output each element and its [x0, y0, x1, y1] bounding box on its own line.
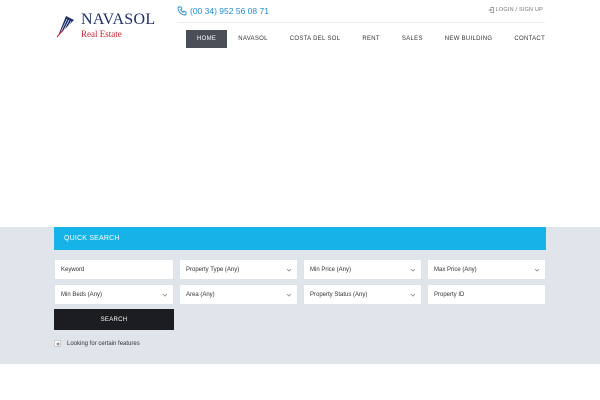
- brand-name: NAVASOL: [81, 11, 156, 28]
- property-type-select[interactable]: Property Type (Any): [179, 259, 298, 280]
- chevron-down-icon: [286, 293, 292, 297]
- site-logo[interactable]: NAVASOL Real Estate: [55, 12, 155, 39]
- quick-search-title: QUICK SEARCH: [64, 235, 120, 242]
- nav-item-new-building[interactable]: NEW BUILDING: [434, 30, 504, 48]
- nav-item-rent[interactable]: RENT: [351, 30, 391, 48]
- nav-item-contact[interactable]: CONTACT: [503, 30, 556, 48]
- chevron-down-icon: [286, 268, 292, 272]
- max-price-value: Max Price (Any): [434, 266, 477, 273]
- chevron-down-icon: [534, 268, 540, 272]
- features-label: Looking for certain features: [67, 340, 140, 347]
- max-price-select[interactable]: Max Price (Any): [427, 259, 546, 280]
- sign-in-icon: [488, 7, 494, 13]
- min-beds-value: Min Beds (Any): [61, 291, 103, 298]
- property-id-placeholder: Property ID: [434, 291, 465, 298]
- keyword-input[interactable]: Keyword: [54, 259, 174, 280]
- search-button[interactable]: SEARCH: [54, 309, 174, 330]
- header-divider: [177, 22, 545, 23]
- nav-item-costa-del-sol[interactable]: COSTA DEL SOL: [279, 30, 352, 48]
- features-toggle[interactable]: Looking for certain features: [54, 340, 140, 347]
- chevron-down-icon: [410, 268, 416, 272]
- feather-logo-icon: [56, 15, 74, 37]
- area-value: Area (Any): [186, 291, 215, 298]
- phone-contact[interactable]: (00 34) 952 56 08 71: [177, 6, 269, 16]
- min-beds-select[interactable]: Min Beds (Any): [54, 284, 174, 305]
- login-label: LOGIN / SIGN UP: [495, 7, 543, 13]
- nav-item-navasol[interactable]: NAVASOL: [227, 30, 279, 48]
- property-id-input[interactable]: Property ID: [427, 284, 546, 305]
- min-price-select[interactable]: Min Price (Any): [303, 259, 422, 280]
- property-status-select[interactable]: Property Status (Any): [303, 284, 422, 305]
- phone-number: (00 34) 952 56 08 71: [190, 6, 269, 16]
- chevron-down-icon: [410, 293, 416, 297]
- brand-subtitle: Real Estate: [81, 29, 122, 39]
- login-link[interactable]: LOGIN / SIGN UP: [488, 7, 543, 13]
- nav-item-sales[interactable]: SALES: [391, 30, 434, 48]
- min-price-value: Min Price (Any): [310, 266, 352, 273]
- keyword-placeholder: Keyword: [61, 266, 85, 273]
- property-status-value: Property Status (Any): [310, 291, 368, 298]
- area-select[interactable]: Area (Any): [179, 284, 298, 305]
- phone-icon: [177, 6, 187, 16]
- chevron-down-icon: [162, 293, 168, 297]
- plus-icon: [54, 340, 61, 347]
- property-type-value: Property Type (Any): [186, 266, 240, 273]
- nav-item-home[interactable]: HOME: [186, 30, 228, 48]
- quick-search-header: QUICK SEARCH: [54, 227, 546, 250]
- main-nav: HOME NAVASOL COSTA DEL SOL RENT SALES NE…: [186, 30, 556, 48]
